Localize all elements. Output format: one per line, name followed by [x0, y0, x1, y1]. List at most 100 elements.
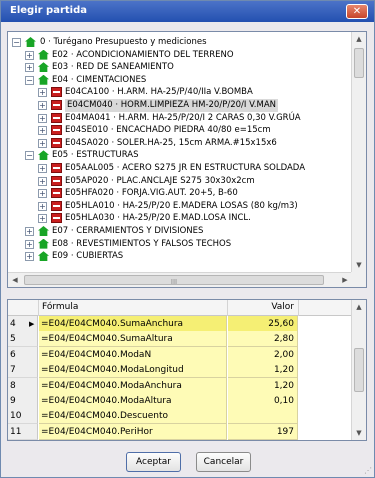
expand-toggle[interactable]: +	[38, 101, 47, 110]
formula-column-header[interactable]: Fórmula	[39, 300, 228, 316]
tree-horizontal-scrollbar[interactable]: ◀ III ▶	[8, 272, 352, 287]
value-cell[interactable]: 1,20	[228, 362, 298, 379]
value-cell[interactable]: 0,10	[228, 393, 298, 409]
value-cell[interactable]: 1,20	[228, 377, 298, 394]
scroll-thumb[interactable]	[354, 348, 364, 392]
collapse-toggle[interactable]: −	[25, 151, 34, 161]
table-row[interactable]: 6 =E04/E04CM040.ModaN 2,00	[8, 346, 352, 363]
tree-item[interactable]: + E05AAL005 · ACERO S275 JR EN ESTRUCTURA…	[8, 162, 348, 175]
formula-cell[interactable]: =E04/E04CM040.SumaAltura	[39, 331, 227, 348]
title-bar[interactable]: Elegir partida ✕	[1, 1, 374, 22]
row-number[interactable]: 8	[8, 377, 38, 394]
formula-cell[interactable]: =E04/E04CM040.PeriHor	[39, 423, 227, 440]
scroll-thumb[interactable]: III	[24, 275, 324, 286]
item-icon	[51, 175, 62, 186]
scroll-up-arrow[interactable]: ▲	[352, 32, 366, 46]
collapse-toggle[interactable]: −	[12, 38, 21, 47]
tree-chapter[interactable]: + E08 · REVESTIMIENTOS Y FALSOS TECHOS	[8, 238, 348, 251]
tree-item[interactable]: + E05HLA010 · HA-25/P/20 E.MADERA LOSAS (…	[8, 200, 348, 213]
tree-chapter[interactable]: − E05 · ESTRUCTURAS	[8, 149, 348, 162]
scroll-right-arrow[interactable]: ▶	[338, 273, 352, 287]
expand-toggle[interactable]: +	[25, 239, 34, 249]
expand-toggle[interactable]: +	[38, 214, 47, 224]
tree-chapter[interactable]: + E07 · CERRAMIENTOS Y DIVISIONES	[8, 225, 348, 238]
grid-vertical-scrollbar[interactable]: ▲ ▼	[351, 300, 366, 440]
tree-node-label: E05AP020 · PLAC.ANCLAJE S275 30x30x2cm	[65, 175, 255, 186]
scroll-down-arrow[interactable]: ▼	[352, 258, 366, 272]
house-icon	[38, 74, 49, 85]
cancel-button[interactable]: Cancelar	[196, 452, 251, 472]
tree-item[interactable]: + E05HFA020 · FORJA.VIG.AUT. 20+5, B-60	[8, 187, 348, 200]
scroll-left-arrow[interactable]: ◀	[8, 273, 22, 287]
tree-item[interactable]: + E05HLA030 · HA-25/P/20 E.MAD.LOSA INCL.	[8, 212, 348, 225]
tree-item[interactable]: + E04MA041 · H.ARM. HA-25/P/20/I 2 CARAS …	[8, 112, 348, 125]
row-number[interactable]: 4 ▶	[8, 316, 38, 332]
value-cell[interactable]: 197	[228, 423, 298, 440]
expand-toggle[interactable]: +	[38, 164, 47, 173]
expand-toggle[interactable]: +	[38, 126, 47, 136]
formula-cell[interactable]: =E04/E04CM040.ModaLongitud	[39, 362, 227, 379]
collapse-toggle[interactable]: −	[25, 75, 34, 85]
formula-cell[interactable]: =E04/E04CM040.Descuento	[39, 408, 227, 425]
table-row[interactable]: 5 =E04/E04CM040.SumaAltura 2,80	[8, 331, 352, 348]
tree-item[interactable]: + E05AP020 · PLAC.ANCLAJE S275 30x30x2cm	[8, 175, 348, 188]
tree-chapter[interactable]: − E04 · CIMENTACIONES	[8, 74, 348, 87]
expand-toggle[interactable]: +	[25, 252, 34, 262]
tree-root[interactable]: − 0 · Turégano Presupuesto y mediciones	[8, 36, 348, 49]
expand-toggle[interactable]: +	[38, 201, 47, 211]
expand-toggle[interactable]: +	[25, 63, 34, 73]
value-column-header[interactable]: Valor	[228, 300, 299, 316]
formula-cell[interactable]: =E04/E04CM040.ModaAltura	[39, 393, 227, 409]
expand-toggle[interactable]: +	[38, 138, 47, 148]
row-number[interactable]: 10	[8, 408, 38, 425]
item-icon	[51, 100, 62, 110]
accept-button[interactable]: Aceptar	[126, 452, 181, 472]
tree-item[interactable]: + E04CM040 · HORM.LIMPIEZA HM-20/P/20/I V…	[8, 99, 348, 112]
table-row[interactable]: 9 =E04/E04CM040.ModaAltura 0,10	[8, 393, 352, 409]
table-row[interactable]: 8 =E04/E04CM040.ModaAnchura 1,20	[8, 377, 352, 394]
row-number[interactable]: 6	[8, 346, 38, 363]
row-number-label: 10	[10, 411, 22, 422]
row-number[interactable]: 7	[8, 362, 38, 379]
formula-cell[interactable]: =E04/E04CM040.ModaN	[39, 346, 227, 363]
expand-toggle[interactable]: +	[38, 88, 47, 98]
tree-chapter[interactable]: + E02 · ACONDICIONAMIENTO DEL TERRENO	[8, 49, 348, 62]
tree-chapter[interactable]: + E03 · RED DE SANEAMIENTO	[8, 61, 348, 74]
value-cell[interactable]: 25,60	[228, 316, 298, 332]
table-row[interactable]: 7 =E04/E04CM040.ModaLongitud 1,20	[8, 362, 352, 379]
expand-toggle[interactable]: +	[38, 113, 47, 123]
item-icon	[51, 200, 62, 211]
thumb-grip: III	[170, 278, 178, 286]
scroll-thumb[interactable]	[354, 48, 364, 78]
item-icon	[51, 163, 62, 173]
formula-cell[interactable]: =E04/E04CM040.SumaAnchura	[39, 316, 227, 332]
tree-item[interactable]: + E04SA020 · SOLER.HA-25, 15cm ARMA.#15x1…	[8, 137, 348, 150]
tree-vertical-scrollbar[interactable]: ▲ ▼	[351, 32, 366, 272]
close-button[interactable]: ✕	[346, 4, 368, 19]
formula-cell[interactable]: =E04/E04CM040.ModaAnchura	[39, 377, 227, 394]
expand-toggle[interactable]: +	[38, 176, 47, 186]
house-icon	[38, 251, 49, 262]
table-row[interactable]: 4 ▶ =E04/E04CM040.SumaAnchura 25,60	[8, 316, 352, 332]
table-row[interactable]: 10 =E04/E04CM040.Descuento	[8, 408, 352, 425]
current-row-pointer-icon: ▶	[29, 320, 35, 328]
row-number[interactable]: 5	[8, 331, 38, 348]
value-cell[interactable]: 2,00	[228, 346, 298, 363]
tree-view[interactable]: − 0 · Turégano Presupuesto y mediciones …	[8, 32, 352, 272]
tree-chapter[interactable]: + E09 · CUBIERTAS	[8, 250, 348, 263]
expand-toggle[interactable]: +	[38, 189, 47, 199]
tree-item[interactable]: + E04SE010 · ENCACHADO PIEDRA 40/80 e=15c…	[8, 124, 348, 137]
expand-toggle[interactable]: +	[25, 50, 34, 60]
scroll-down-arrow[interactable]: ▼	[352, 426, 366, 440]
scroll-corner	[351, 272, 366, 287]
resize-grip[interactable]: ⋰	[364, 466, 372, 475]
value-cell[interactable]	[228, 408, 298, 425]
expand-toggle[interactable]: +	[25, 227, 34, 236]
scroll-up-arrow[interactable]: ▲	[352, 300, 366, 314]
row-number[interactable]: 11	[8, 423, 38, 440]
value-cell[interactable]: 2,80	[228, 331, 298, 348]
row-number[interactable]: 9	[8, 393, 38, 409]
tree-item[interactable]: + E04CA100 · H.ARM. HA-25/P/40/IIa V.BOMB…	[8, 86, 348, 99]
table-row[interactable]: 11 =E04/E04CM040.PeriHor 197	[8, 423, 352, 440]
row-number-label: 6	[10, 349, 16, 360]
